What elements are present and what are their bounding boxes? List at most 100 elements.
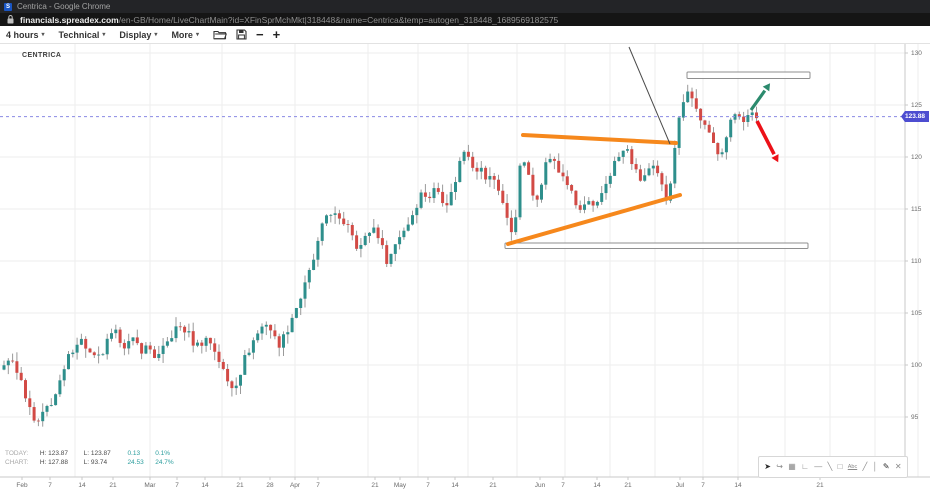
annotations[interactable] [0, 47, 903, 249]
legend-chart-label: CHART: [5, 458, 38, 467]
x-tick-label: 7 [175, 482, 179, 489]
open-folder-icon[interactable] [213, 29, 227, 40]
candlestick-chart[interactable]: 130 125 120 115 110 105 100 95 Feb 7 14 21 Mar 7 14 21 2… [0, 44, 930, 497]
legend-today-change: 0.13 [127, 449, 153, 458]
y-tick-label: 95 [911, 414, 919, 421]
legend-today-change-pct: 0.1% [155, 449, 181, 458]
x-tick-label: 7 [701, 482, 705, 489]
minus-glyph: − [256, 29, 264, 41]
legend-today-high: H: 123.87 [40, 449, 82, 458]
chart-toolbar: 4 hours▾ Technical▾ Display▾ More▾ − + [0, 26, 930, 44]
x-tick-label: Apr [290, 482, 301, 489]
grid [0, 44, 918, 477]
url-domain: financials.spreadex.com [20, 15, 119, 25]
x-tick-label: 14 [593, 482, 601, 489]
grid-tool-icon[interactable]: ▦ [788, 462, 796, 472]
window-title: Centrica - Google Chrome [17, 2, 110, 11]
timeframe-menu[interactable]: 4 hours▾ [6, 30, 45, 40]
rectangle-tool-icon[interactable]: □ [838, 462, 843, 472]
text-tool-icon[interactable]: Abc [848, 462, 857, 472]
legend-row-today: TODAY: H: 123.87 L: 123.87 0.13 0.1% [5, 449, 181, 458]
x-tick-label: 7 [426, 482, 430, 489]
chevron-down-icon: ▾ [154, 31, 157, 38]
y-tick-label: 130 [911, 50, 922, 57]
horizontal-line-tool-icon[interactable]: — [814, 462, 822, 472]
y-tick-label: 125 [911, 102, 922, 109]
last-price-badge: 123.88 [901, 111, 929, 122]
zoom-out-icon[interactable]: − [256, 29, 264, 41]
x-tick-label: 7 [316, 482, 320, 489]
diagonal-line-tool-icon[interactable]: ╱ [863, 462, 868, 472]
bearish-arrow-head [771, 154, 778, 162]
chevron-down-icon: ▾ [42, 31, 45, 38]
x-tick-label: May [394, 482, 407, 489]
trend-line-tool-icon[interactable]: ╲ [828, 462, 833, 472]
vertical-line-tool-icon[interactable]: │ [873, 462, 878, 472]
resistance-zone-rectangle [687, 72, 810, 79]
x-tick-label: 21 [624, 482, 632, 489]
pointer-annotation-line [629, 47, 670, 144]
display-menu-label: Display [119, 30, 151, 40]
zoom-in-icon[interactable]: + [273, 29, 281, 41]
timeframe-menu-label: 4 hours [6, 30, 39, 40]
technical-menu-label: Technical [59, 30, 100, 40]
url-path: /en-GB/Home/LiveChartMain?id=XFinSprMchM… [119, 15, 559, 25]
legend-chart-low: L: 93.74 [84, 458, 126, 467]
legend-chart-high: H: 127.88 [40, 458, 82, 467]
site-favicon: S [4, 3, 12, 11]
support-zone-rectangle [505, 243, 808, 249]
x-tick-label: 7 [561, 482, 565, 489]
drawing-toolbar: ➤ ↪ ▦ ∟ — ╲ □ Abc ╱ │ ✎ ✕ [758, 456, 908, 478]
display-menu[interactable]: Display▾ [119, 30, 157, 40]
x-tick-label: Jul [676, 482, 685, 489]
y-tick-label: 115 [911, 206, 922, 213]
x-tick-label: 14 [734, 482, 742, 489]
x-tick-label: 21 [236, 482, 244, 489]
y-tick-label: 105 [911, 310, 922, 317]
pencil-tool-icon[interactable]: ✎ [883, 462, 890, 472]
x-tick-label: Feb [16, 482, 28, 489]
browser-title-bar: S Centrica - Google Chrome [0, 0, 930, 13]
triangle-upper-line [523, 135, 676, 143]
url-text: financials.spreadex.com/en-GB/Home/LiveC… [20, 15, 558, 25]
x-tick-label: 21 [489, 482, 497, 489]
more-menu[interactable]: More▾ [171, 30, 199, 40]
bullish-arrow [751, 91, 765, 110]
legend-today-low: L: 123.87 [84, 449, 126, 458]
chevron-down-icon: ▾ [196, 31, 199, 38]
symbol-label: CENTRICA [22, 52, 61, 59]
chart-area[interactable]: 130 125 120 115 110 105 100 95 Feb 7 14 21 Mar 7 14 21 2… [0, 44, 930, 497]
polyline-arrow-tool-icon[interactable]: ↪ [776, 462, 783, 472]
x-tick-label: 14 [451, 482, 459, 489]
y-tick-label: 100 [911, 362, 922, 369]
url-bar[interactable]: financials.spreadex.com/en-GB/Home/LiveC… [0, 13, 930, 26]
x-tick-label: Jun [535, 482, 546, 489]
x-tick-label: 21 [816, 482, 824, 489]
chart-legend: TODAY: H: 123.87 L: 123.87 0.13 0.1% CHA… [5, 449, 181, 467]
axes-tool-icon[interactable]: ∟ [801, 462, 809, 472]
y-tick-label: 110 [911, 258, 922, 265]
chevron-down-icon: ▾ [102, 31, 105, 38]
axes: 130 125 120 115 110 105 100 95 Feb 7 14 21 Mar 7 14 21 2… [0, 44, 930, 489]
y-tick-label: 120 [911, 154, 922, 161]
legend-chart-change: 24.53 [127, 458, 153, 467]
legend-row-chart: CHART: H: 127.88 L: 93.74 24.53 24.7% [5, 458, 181, 467]
x-tick-label: 14 [78, 482, 86, 489]
legend-today-label: TODAY: [5, 449, 38, 458]
x-tick-label: 7 [48, 482, 52, 489]
plus-glyph: + [273, 29, 281, 41]
bearish-arrow [757, 121, 774, 154]
more-menu-label: More [171, 30, 193, 40]
x-tick-label: Mar [144, 482, 156, 489]
x-tick-label: 21 [371, 482, 379, 489]
legend-chart-change-pct: 24.7% [155, 458, 181, 467]
x-tick-label: 28 [266, 482, 274, 489]
lock-icon [7, 15, 14, 24]
candles [3, 85, 759, 427]
save-icon[interactable] [236, 29, 247, 40]
x-tick-label: 14 [201, 482, 209, 489]
delete-tool-icon[interactable]: ✕ [895, 462, 902, 472]
pointer-tool-icon[interactable]: ➤ [764, 462, 771, 472]
technical-menu[interactable]: Technical▾ [59, 30, 106, 40]
x-tick-label: 21 [109, 482, 117, 489]
